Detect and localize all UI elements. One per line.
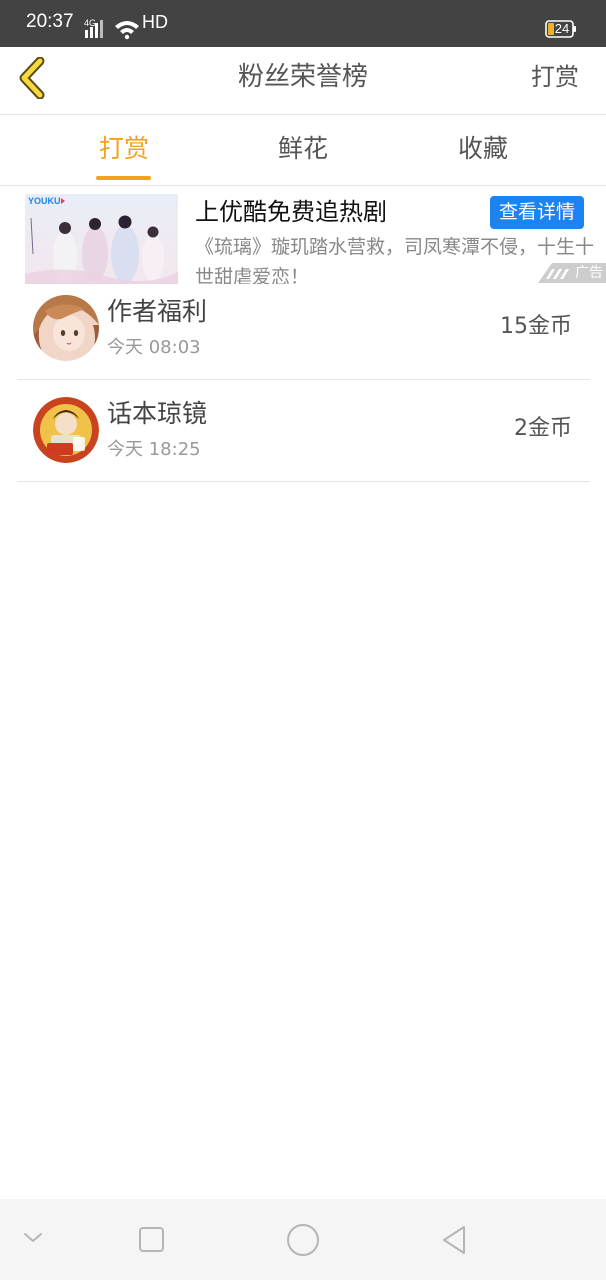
- item-amount: 15金币: [500, 314, 572, 339]
- avatar[interactable]: [33, 295, 99, 361]
- ad-banner[interactable]: YOUKU 上优酷免费追热剧 查看详情 《琉璃》璇玑踏水营救，司凤寒潭不侵，十生…: [0, 186, 606, 284]
- status-bar: 20:37 4G HD 24: [0, 0, 606, 47]
- hide-nav-chevron-icon[interactable]: [22, 1231, 44, 1245]
- tab-active-indicator: [96, 176, 151, 180]
- item-time: 今天 08:03: [107, 337, 201, 358]
- tab-reward[interactable]: 打赏: [64, 131, 184, 167]
- battery-level: 24: [554, 21, 570, 36]
- back-triangle-icon[interactable]: [439, 1224, 469, 1256]
- list-item[interactable]: 作者福利 今天 08:03 15金币: [17, 278, 590, 380]
- ad-image[interactable]: YOUKU: [25, 194, 178, 284]
- item-amount: 2金币: [514, 416, 572, 441]
- network-type: 4G: [84, 18, 96, 28]
- tab-bar: 打赏 鲜花 收藏: [0, 115, 606, 186]
- signal-wifi-icons: 4G: [84, 18, 139, 40]
- system-nav-bar: [0, 1199, 606, 1280]
- list-item[interactable]: 话本琼镜 今天 18:25 2金币: [17, 380, 590, 482]
- hd-indicator: HD: [142, 12, 168, 32]
- item-name: 作者福利: [107, 297, 208, 326]
- avatar[interactable]: [33, 397, 99, 463]
- recents-square-icon[interactable]: [138, 1226, 165, 1253]
- status-time: 20:37: [26, 11, 74, 32]
- item-time: 今天 18:25: [107, 439, 201, 460]
- home-circle-icon[interactable]: [286, 1223, 320, 1257]
- tab-flowers[interactable]: 鲜花: [243, 131, 363, 167]
- header: 粉丝荣誉榜 打赏: [0, 47, 606, 115]
- ad-details-button[interactable]: 查看详情: [490, 196, 584, 229]
- ad-brand-logo: YOUKU: [28, 196, 61, 206]
- tab-favorites[interactable]: 收藏: [423, 131, 543, 167]
- page-title: 粉丝荣誉榜: [237, 62, 368, 92]
- ad-description[interactable]: 《琉璃》璇玑踏水营救，司凤寒潭不侵，十生十世甜虐爱恋！: [195, 232, 595, 284]
- item-name: 话本琼镜: [107, 399, 208, 428]
- ad-title[interactable]: 上优酷免费追热剧: [195, 196, 387, 228]
- reward-button[interactable]: 打赏: [531, 59, 579, 95]
